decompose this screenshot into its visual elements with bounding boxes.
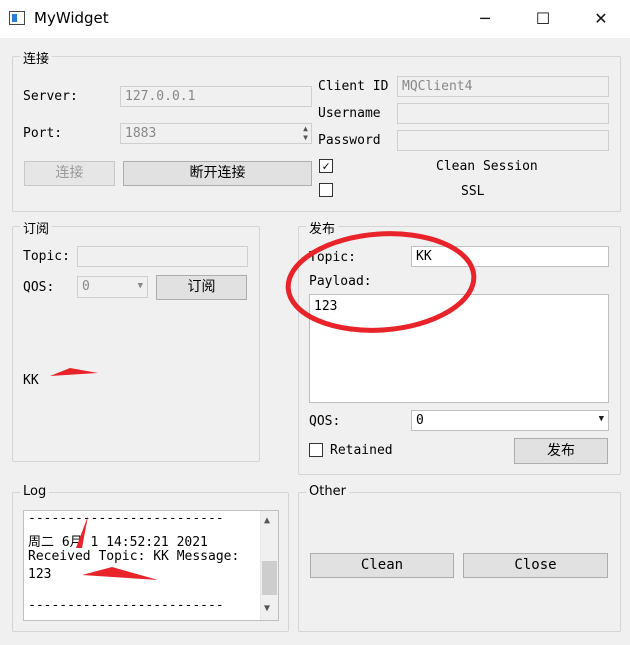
other-group-title: Other: [306, 484, 349, 499]
publish-topic-label: Topic:: [309, 250, 356, 265]
close-button[interactable]: Close: [463, 553, 608, 578]
received-topic-text: KK: [23, 373, 39, 388]
chevron-down-icon: ▼: [598, 414, 604, 424]
retained-label: Retained: [330, 443, 393, 458]
publish-qos-select[interactable]: 0 ▼: [411, 410, 609, 431]
subscribe-qos-value: 0: [82, 279, 90, 294]
publish-button[interactable]: 发布: [514, 438, 608, 464]
connect-group-title: 连接: [20, 48, 53, 67]
publish-qos-label: QOS:: [309, 414, 341, 429]
chevron-down-icon: ▼: [137, 281, 143, 291]
scroll-up-icon[interactable]: ▲: [264, 515, 270, 526]
port-spinbox[interactable]: 1883 ▲ ▼: [120, 123, 312, 144]
minimize-icon[interactable]: ─: [462, 0, 508, 38]
payload-label: Payload:: [309, 274, 372, 289]
port-value: 1883: [125, 126, 157, 141]
log-line: -------------------------: [28, 511, 224, 526]
disconnect-button[interactable]: 断开连接: [123, 161, 312, 186]
username-label: Username: [318, 106, 381, 121]
app-icon: [9, 11, 25, 25]
log-line: 123: [28, 567, 52, 582]
scroll-down-icon[interactable]: ▼: [264, 603, 270, 614]
ssl-checkbox[interactable]: [319, 183, 333, 197]
server-label: Server:: [23, 89, 78, 104]
subscribe-group-title: 订阅: [20, 218, 53, 237]
port-label: Port:: [23, 126, 63, 141]
subscribe-qos-label: QOS:: [23, 280, 55, 295]
client-id-label: Client ID: [318, 79, 389, 94]
log-line: Received Topic: KK Message:: [28, 549, 240, 564]
publish-group-title: 发布: [306, 218, 339, 237]
log-group-title: Log: [20, 484, 50, 499]
payload-textarea[interactable]: 123: [309, 294, 609, 403]
spin-arrows-icon[interactable]: ▲ ▼: [303, 124, 308, 142]
log-scrollbar[interactable]: ▲ ▼: [260, 511, 278, 620]
ssl-label: SSL: [461, 184, 485, 199]
window-title: MyWidget: [34, 9, 109, 27]
log-line: -------------------------: [28, 598, 224, 613]
client-id-input[interactable]: MQClient4: [397, 76, 609, 97]
password-input[interactable]: [397, 130, 609, 151]
log-line: 周二 6月 1 14:52:21 2021: [28, 535, 208, 550]
retained-checkbox[interactable]: [309, 443, 323, 457]
subscribe-button[interactable]: 订阅: [156, 275, 247, 300]
password-label: Password: [318, 133, 381, 148]
clean-button[interactable]: Clean: [310, 553, 454, 578]
publish-topic-input[interactable]: KK: [411, 246, 609, 267]
subscribe-qos-select[interactable]: 0 ▼: [77, 276, 148, 298]
subscribe-topic-input[interactable]: [77, 246, 248, 267]
clean-session-checkbox[interactable]: ✓: [319, 159, 333, 173]
clean-session-label: Clean Session: [436, 159, 538, 174]
publish-qos-value: 0: [416, 413, 424, 428]
close-icon[interactable]: ✕: [578, 0, 624, 38]
username-input[interactable]: [397, 103, 609, 124]
subscribe-topic-label: Topic:: [23, 249, 70, 264]
scrollbar-thumb[interactable]: [262, 561, 277, 595]
log-textbox[interactable]: ------------------------- 周二 6月 1 14:52:…: [23, 510, 279, 621]
server-input[interactable]: 127.0.0.1: [120, 86, 312, 107]
maximize-icon[interactable]: ☐: [520, 0, 566, 38]
connect-button[interactable]: 连接: [24, 161, 115, 186]
